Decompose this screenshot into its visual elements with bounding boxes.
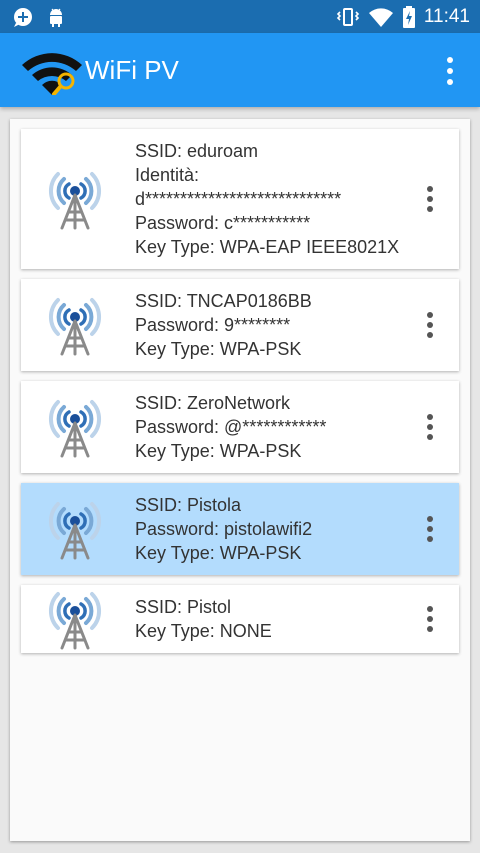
network-list-panel: SSID: eduroam Identità: d*****************… [10,119,470,841]
android-icon [50,8,62,27]
network-card[interactable]: SSID: TNCAP0186BB Password: 9******** Key … [21,279,459,371]
network-ssid: SSID: TNCAP0186BB [135,291,312,311]
network-ssid: SSID: Pistola [135,495,242,515]
network-detail-line: d**************************** [135,189,342,209]
network-detail-line: Key Type: WPA-PSK [135,543,302,563]
wifi-tower-icon [45,498,105,560]
network-card[interactable]: SSID: eduroam Identità: d*****************… [21,129,459,269]
network-detail-line: Key Type: WPA-EAP IEEE8021X [135,237,400,257]
overflow-menu-icon[interactable] [438,57,462,85]
wifi-signal-icon [368,8,393,27]
card-more-options-icon[interactable] [425,414,435,440]
battery-charging-icon [402,6,415,28]
status-bar: 11:41 [0,0,480,33]
network-ssid: SSID: ZeroNetwork [135,393,291,413]
wifi-search-logo-icon [22,53,82,95]
card-more-options-icon[interactable] [425,186,435,212]
card-more-options-icon[interactable] [425,606,435,632]
network-detail-line: Key Type: NONE [135,621,272,641]
network-detail-line: Password: pistolawifi2 [135,519,313,539]
vibrate-icon [336,8,359,26]
network-card[interactable]: SSID: Pistola Password: pistolawifi2 Key T… [21,483,459,575]
wifi-tower-icon [45,396,105,458]
network-detail-line: Identità: [135,165,200,185]
network-card[interactable]: SSID: Pistol Key Type: NONE [21,585,459,653]
chat-plus-icon [14,8,32,27]
wifi-tower-icon [45,588,105,650]
network-ssid: SSID: eduroam [135,141,259,161]
network-detail-line: Password: c*********** [135,213,311,233]
network-list: SSID: eduroam Identità: d*****************… [21,129,459,663]
status-time: 11:41 [423,6,470,27]
app-bar: WiFi PV [0,33,480,107]
network-detail-line: Password: @************ [135,417,327,437]
card-more-options-icon[interactable] [425,516,435,542]
network-ssid: SSID: Pistol [135,597,232,617]
wifi-tower-icon [45,168,105,230]
card-more-options-icon[interactable] [425,312,435,338]
network-detail-line: Password: 9******** [135,315,291,335]
network-detail-line: Key Type: WPA-PSK [135,339,302,359]
wifi-tower-icon [45,294,105,356]
network-card[interactable]: SSID: ZeroNetwork Password: @************… [21,381,459,473]
app-title: WiFi PV [85,55,179,85]
network-detail-line: Key Type: WPA-PSK [135,441,302,461]
